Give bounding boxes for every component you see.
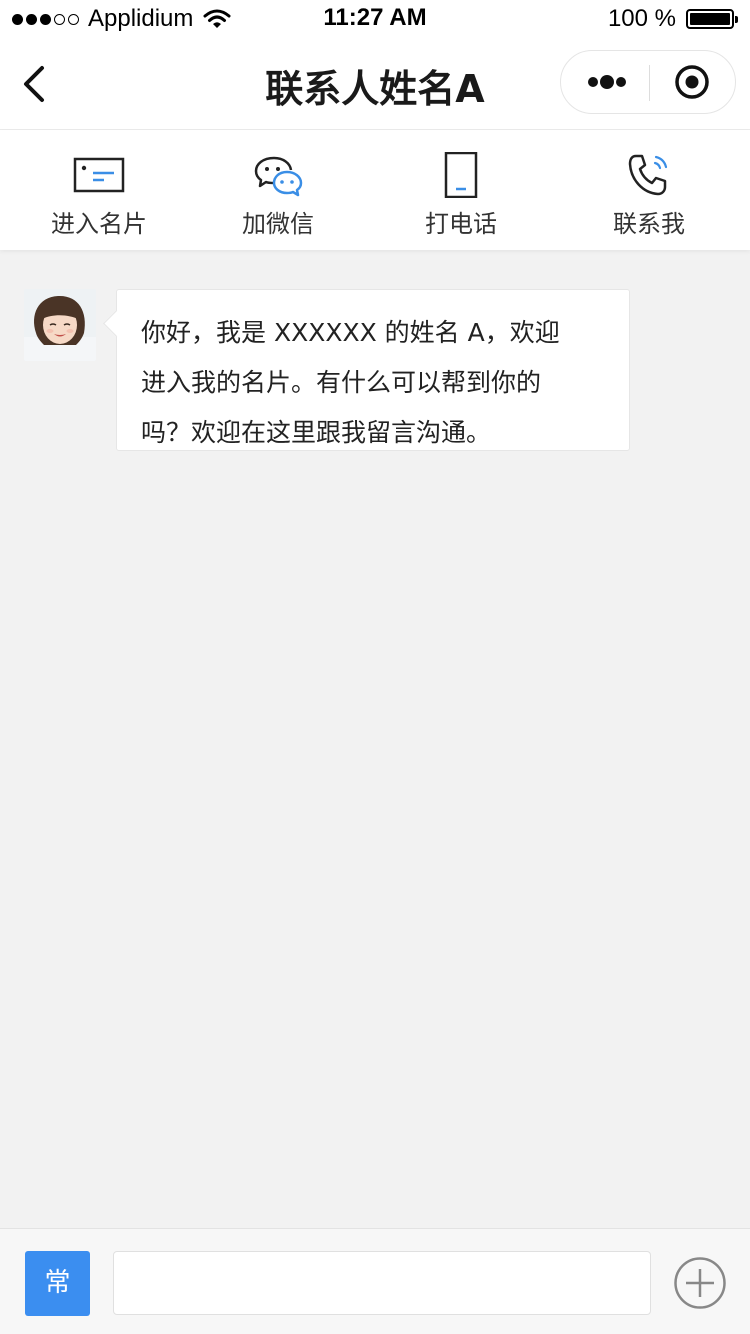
message-line: 进入我的名片。有什么可以帮到你的 [141, 368, 542, 397]
mini-program-capsule [560, 50, 736, 114]
phone-device-icon [444, 152, 478, 198]
add-wechat-button[interactable]: 加微信 [188, 130, 368, 250]
wechat-icon [254, 156, 303, 197]
phone-call-icon [628, 154, 668, 196]
battery-status: 100 % [607, 5, 738, 33]
back-button[interactable] [16, 62, 56, 106]
more-button[interactable] [561, 51, 649, 113]
record-target-icon [675, 65, 709, 99]
message-line: 吗？欢迎在这里跟我留言沟通。 [141, 418, 492, 447]
more-actions-button[interactable] [672, 1255, 728, 1311]
common-phrases-button[interactable]: 常 [25, 1251, 90, 1316]
quick-action-label: 加微信 [242, 210, 314, 238]
message-bubble[interactable]: 你好，我是 XXXXXX 的姓名 A，欢迎 进入我的名片。有什么可以帮到你的 吗… [116, 289, 630, 451]
business-card-icon [73, 157, 125, 193]
avatar[interactable] [24, 289, 96, 361]
enter-card-button[interactable]: 进入名片 [9, 130, 189, 250]
quick-action-bar: 进入名片 加微信 打电话 联系我 [0, 130, 750, 250]
battery-icon [686, 9, 738, 29]
status-bar: Applidium 11:27 AM 100 % [0, 0, 750, 40]
call-phone-button[interactable]: 打电话 [371, 130, 551, 250]
quick-action-label: 联系我 [613, 210, 685, 238]
chevron-left-icon [24, 66, 44, 102]
quick-action-label: 打电话 [425, 210, 497, 238]
message-text: 你好，我是 XXXXXX 的姓名 A，欢迎 进入我的名片。有什么可以帮到你的 吗… [141, 308, 607, 458]
battery-percent: 100 % [607, 5, 676, 32]
nav-bar: 联系人姓名A [0, 40, 750, 130]
contact-me-button[interactable]: 联系我 [559, 130, 739, 250]
avatar-photo [24, 289, 96, 361]
more-dots-icon [588, 75, 626, 89]
message-line: 你好，我是 XXXXXX 的姓名 A，欢迎 [141, 318, 560, 347]
message-input[interactable] [113, 1251, 651, 1315]
quick-action-label: 进入名片 [51, 210, 147, 238]
battery-level [690, 13, 730, 25]
close-button[interactable] [650, 51, 736, 113]
plus-circle-icon [674, 1257, 726, 1309]
input-bar: 常 [0, 1228, 750, 1334]
